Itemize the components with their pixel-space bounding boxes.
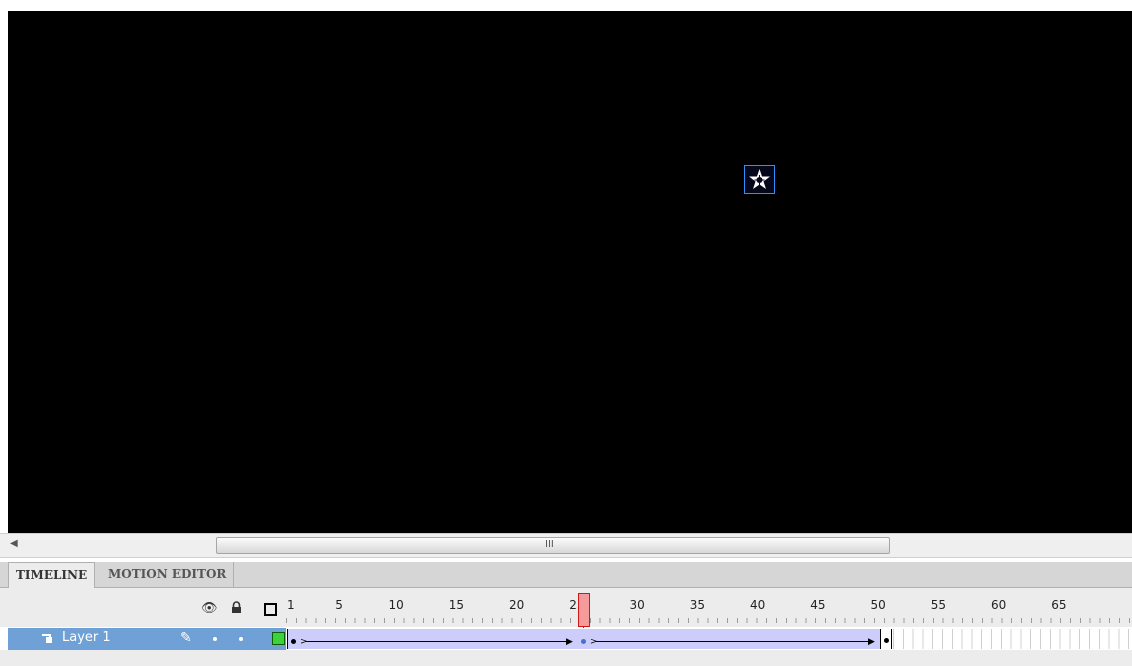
empty-frame-cells[interactable] [893,629,1132,649]
keyframe-24[interactable] [581,639,586,644]
tween-start-icon: > [300,637,308,647]
layer-row[interactable]: Layer 1 ✎ > ▶ > ▶ [0,628,1132,650]
outline-square-icon[interactable] [264,603,277,616]
frame-number-1[interactable]: 1 [287,598,295,612]
frame-number-35[interactable]: 35 [690,598,705,612]
stage-canvas[interactable] [8,11,1132,533]
ruler-ticks [286,618,1132,623]
tab-motion-editor[interactable]: MOTION EDITOR [101,562,235,587]
frame-number-5[interactable]: 5 [335,598,343,612]
pencil-icon: ✎ [180,630,192,646]
eye-icon[interactable]: 👁 [201,601,218,616]
panel-tabs: TIMELINE MOTION EDITOR [0,562,1132,588]
end-frame[interactable] [881,629,892,649]
timeline-header: 👁 1 5 10 15 20 25 30 35 40 45 50 55 60 65 [0,588,1132,627]
motion-tween-span[interactable]: > ▶ > ▶ [287,629,881,649]
lock-dot[interactable] [239,637,243,641]
frame-number-20[interactable]: 20 [509,598,524,612]
timeline-bottom-area [0,650,1132,666]
left-arrow-icon[interactable]: ◀ [10,538,18,549]
layer-icon [42,634,52,643]
horizontal-scrollbar[interactable]: ◀ III [0,533,1132,558]
layer-name[interactable]: Layer 1 [62,630,111,645]
tween-arrowhead-icon: ▶ [566,637,573,647]
frame-number-60[interactable]: 60 [991,598,1006,612]
layer-cell[interactable]: Layer 1 ✎ [8,628,286,650]
frame-number-10[interactable]: 10 [388,598,403,612]
frame-number-65[interactable]: 65 [1051,598,1066,612]
layer-outline-color-swatch[interactable] [272,632,285,645]
selected-symbol-instance[interactable] [744,165,775,194]
visibility-dot[interactable] [213,637,217,641]
tween-arrow [305,641,570,642]
scrollbar-grip: III [545,539,554,550]
keyframe-48[interactable] [884,638,889,643]
frame-number-30[interactable]: 30 [629,598,644,612]
tab-timeline[interactable]: TIMELINE [8,562,96,588]
scrollbar-thumb[interactable]: III [216,537,890,554]
playhead[interactable] [578,593,590,627]
frame-number-50[interactable]: 50 [870,598,885,612]
frame-number-40[interactable]: 40 [750,598,765,612]
tween-arrowhead-icon: ▶ [868,637,875,647]
tween-arrow [595,641,870,642]
keyframe-1[interactable] [291,639,296,644]
frame-number-15[interactable]: 15 [449,598,464,612]
pentagram-star-icon [749,169,770,189]
tween-start-icon: > [590,637,598,647]
frame-number-55[interactable]: 55 [931,598,946,612]
frame-number-45[interactable]: 45 [810,598,825,612]
layer-frames[interactable]: > ▶ > ▶ [287,628,1132,650]
lock-icon[interactable] [231,601,242,618]
